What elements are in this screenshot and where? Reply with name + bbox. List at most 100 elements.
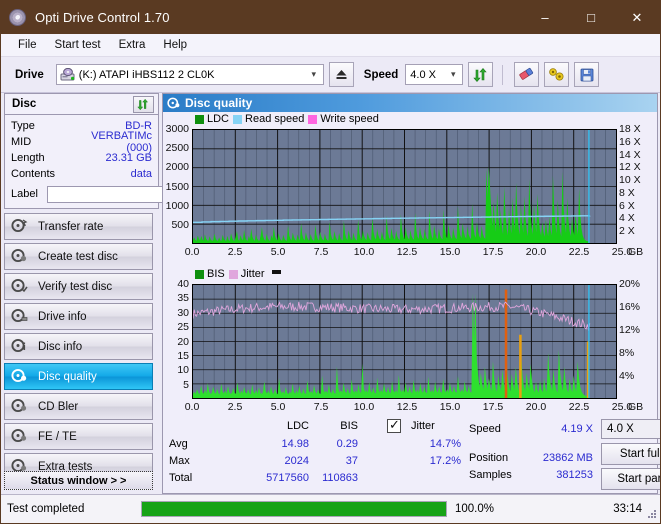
main-body: Disc Type BD-R MID VERBATIMc (000) Lengt… <box>1 93 660 494</box>
y-tick: 500 <box>171 218 189 231</box>
save-button[interactable] <box>574 62 600 87</box>
disc-length-value: 23.31 GB <box>105 152 152 164</box>
drive-icon <box>60 67 75 81</box>
drive-select[interactable]: (K:) ATAPI iHBS112 2 CL0K ▾ <box>55 64 324 85</box>
speed-label: Speed <box>363 68 399 81</box>
elapsed-time: 33:14 <box>613 503 642 515</box>
samples-value: 381253 <box>556 469 593 481</box>
legend-swatch-jitter <box>228 269 238 279</box>
refresh-button[interactable] <box>468 62 494 87</box>
sidebar-item-verify-test-disc[interactable]: Verify test disc <box>4 273 153 300</box>
disc-label-caption: Label <box>11 188 38 200</box>
position-value: 23862 MB <box>542 452 593 464</box>
x-tick: 7.5 <box>313 246 329 258</box>
tools-button[interactable] <box>544 62 570 87</box>
menu-start-test[interactable]: Start test <box>46 36 110 54</box>
x-tick: 15.0 <box>439 401 461 413</box>
disc-refresh-button[interactable] <box>133 95 154 113</box>
y-tick: 2000 <box>165 161 189 174</box>
menu-file[interactable]: File <box>9 36 46 54</box>
legend-jitter: Jitter <box>228 268 265 280</box>
speed-tick: 6 X <box>619 199 635 212</box>
start-part-button[interactable]: Start part <box>601 468 660 490</box>
ldc-chart-legend: LDC Read speed Write speed <box>195 113 379 125</box>
drive-value: (K:) ATAPI iHBS112 2 CL0K <box>78 68 215 81</box>
speed-tick: 10 X <box>619 174 641 187</box>
sidebar-item-disc-info[interactable]: Disc info <box>4 333 153 360</box>
speed-tick: 12 X <box>619 161 641 174</box>
eject-button[interactable] <box>328 62 354 87</box>
speed-tick: 16 X <box>619 135 641 148</box>
stats-total-ldc: 5717560 <box>266 472 309 484</box>
maximize-button[interactable]: □ <box>568 1 614 34</box>
sidebar-item-drive-info[interactable]: Drive info <box>4 303 153 330</box>
sidebar-label: Drive info <box>38 310 87 323</box>
window-title: Opti Drive Control 1.70 <box>35 10 170 25</box>
disc-drive-icon <box>11 308 31 326</box>
app-window: Opti Drive Control 1.70 – □ ✕ File Start… <box>0 0 661 524</box>
sidebar-item-fe-te[interactable]: FE / TE <box>4 423 153 450</box>
disc-rows: Type BD-R MID VERBATIMc (000) Length 23.… <box>5 115 249 204</box>
x-tick: 10.0 <box>353 246 375 258</box>
chevron-down-icon[interactable]: ▾ <box>305 69 323 80</box>
stats-header-bis: BIS <box>340 420 358 432</box>
y-tick: 10 <box>177 364 189 377</box>
stats-max-bis: 37 <box>345 455 358 467</box>
speed-tick: 4 X <box>619 212 635 225</box>
close-button[interactable]: ✕ <box>614 1 660 34</box>
disc-contents-label: Contents <box>11 168 56 180</box>
legend-write-speed: Write speed <box>308 113 379 125</box>
resize-grip-icon[interactable] <box>647 510 657 520</box>
disc-info-panel: Disc Type BD-R MID VERBATIMc (000) Lengt… <box>4 93 249 209</box>
save-icon <box>580 68 594 81</box>
disc-info-icon <box>11 338 31 356</box>
x-axis-unit: GB <box>628 246 644 258</box>
sidebar-item-create-test-disc[interactable]: Create test disc <box>4 243 153 270</box>
sidebar-item-disc-quality[interactable]: Disc quality <box>4 363 153 390</box>
disc-row-mid: MID VERBATIMc (000) <box>11 130 152 154</box>
disc-bler-icon <box>11 398 31 416</box>
sidebar-item-transfer-rate[interactable]: Transfer rate <box>4 213 153 240</box>
y-tick: 25 <box>177 321 189 334</box>
disc-verify-icon <box>11 278 31 296</box>
x-tick: 0.0 <box>184 246 200 258</box>
status-window-button[interactable]: Status window > > <box>4 471 153 490</box>
drive-label: Drive <box>15 68 44 81</box>
x-tick: 12.5 <box>396 401 418 413</box>
x-tick: 2.5 <box>227 246 243 258</box>
sidebar-item-cd-bler[interactable]: CD Bler <box>4 393 153 420</box>
bis-jitter-chart: BIS Jitter 5 10 15 20 25 30 35 40 4% 8% 12% 16% 20%… <box>163 268 657 420</box>
legend-swatch-write-speed <box>308 114 318 124</box>
x-tick: 5.0 <box>270 401 286 413</box>
disc-quality-panel: Disc quality LDC Read speed Write speed <box>162 93 660 494</box>
test-speed-select[interactable]: 4.0 X ▾ <box>601 419 660 439</box>
eject-icon <box>336 70 347 79</box>
sidebar-label: CD Bler <box>38 400 79 413</box>
jitter-checkbox[interactable] <box>387 417 401 433</box>
sidebar-label: Disc quality <box>38 370 97 383</box>
jitter-tick: 4% <box>619 370 635 382</box>
disc-type-label: Type <box>11 120 35 132</box>
minimize-button[interactable]: – <box>522 1 568 34</box>
eraser-icon <box>519 67 534 80</box>
sidebar-label: Verify test disc <box>38 280 113 293</box>
refresh-icon <box>473 67 487 82</box>
samples-label: Samples <box>469 469 512 481</box>
menu-help[interactable]: Help <box>154 36 196 54</box>
toolbar: Drive (K:) ATAPI iHBS112 2 CL0K ▾ Speed <box>1 57 660 93</box>
disc-quality-icon <box>167 96 181 110</box>
disc-length-label: Length <box>11 152 45 164</box>
x-tick: 7.5 <box>313 401 329 413</box>
test-speed-value: 4.0 X <box>607 423 634 435</box>
stats-avg-bis: 0.29 <box>336 438 358 450</box>
y-tick: 3000 <box>165 123 189 135</box>
erase-button[interactable] <box>514 62 540 87</box>
menu-extra[interactable]: Extra <box>110 36 155 54</box>
speed-select[interactable]: 4.0 X ▾ <box>405 64 464 85</box>
start-full-button[interactable]: Start full <box>601 443 660 465</box>
chevron-down-icon[interactable]: ▾ <box>444 69 462 80</box>
ldc-chart: LDC Read speed Write speed 500 1000 1500 20… <box>163 112 657 268</box>
disc-label-row: Label <box>11 184 249 204</box>
x-tick: 15.0 <box>439 246 461 258</box>
sidebar-label: Transfer rate <box>38 220 104 233</box>
